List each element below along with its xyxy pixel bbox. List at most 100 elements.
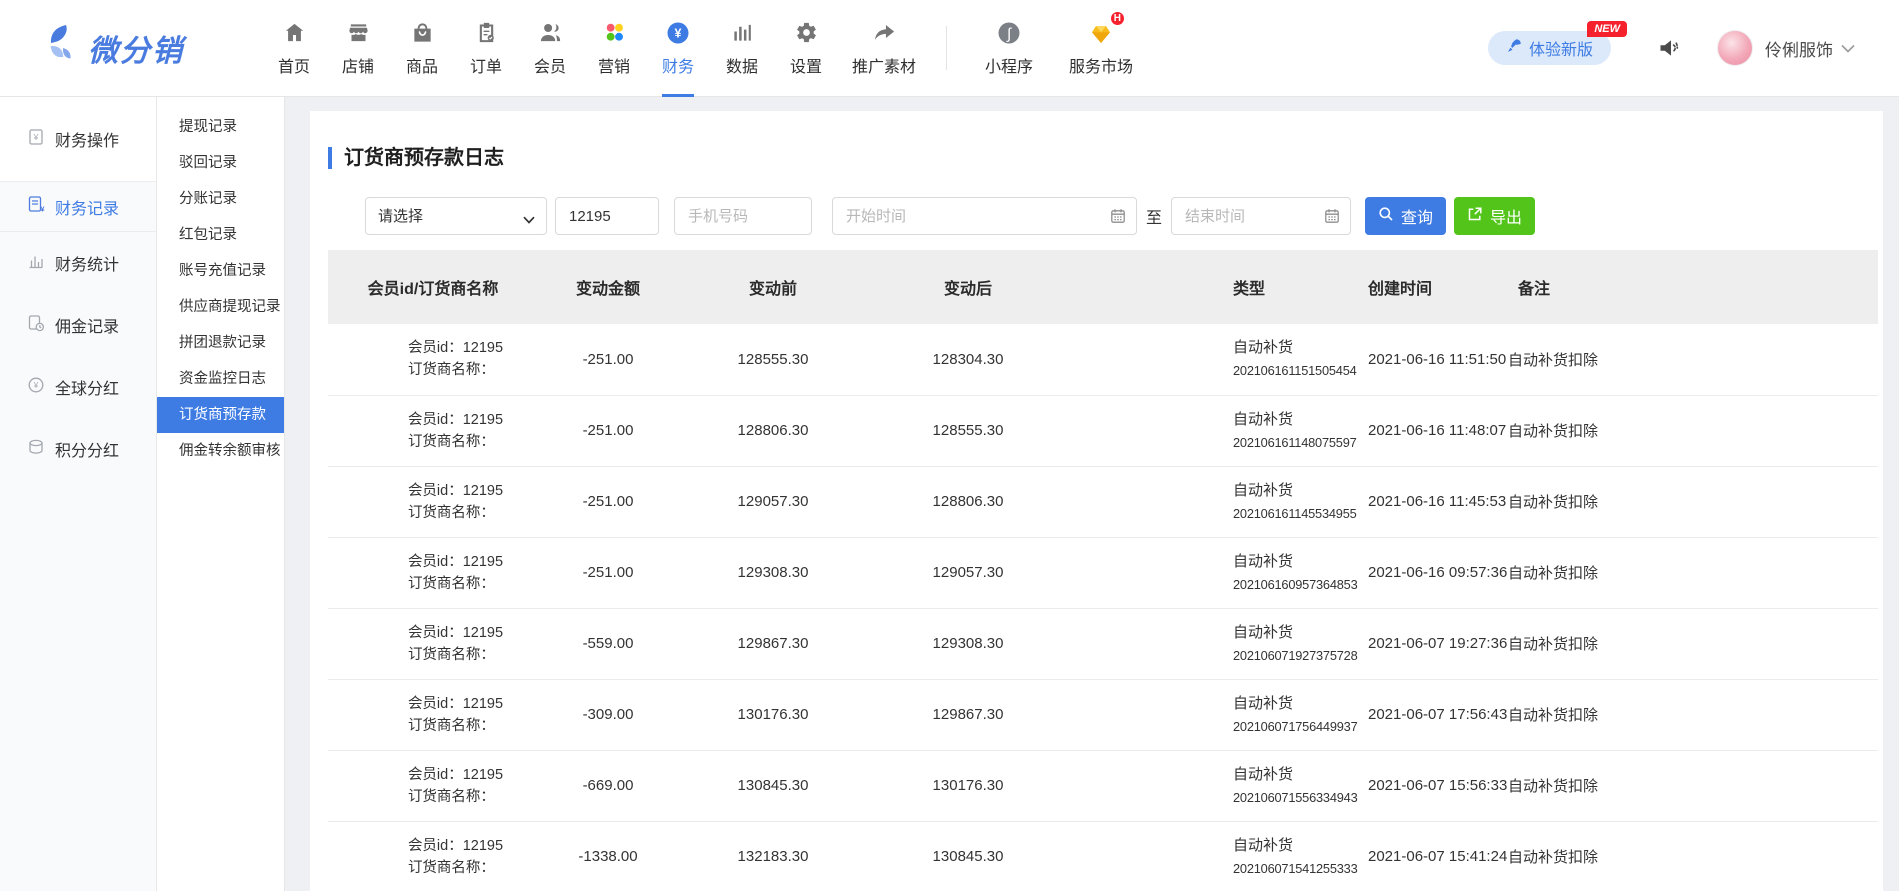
nav-item-members[interactable]: 会员 (518, 0, 582, 97)
before-cell: 129867.30 (678, 608, 868, 679)
created-cell: 2021-06-16 09:57:36 (1348, 537, 1508, 608)
topbar-right: 体验新版 NEW 伶俐服饰 (1488, 30, 1855, 66)
after-cell: 128304.30 (868, 324, 1068, 395)
finance-record-icon: ¥ (27, 195, 55, 218)
before-cell: 130176.30 (678, 679, 868, 750)
remark-cell: 自动补货扣除 (1508, 750, 1878, 821)
start-time-input[interactable] (832, 197, 1137, 235)
member-id-label: 会员id： (408, 340, 463, 356)
supplier-name-label: 订货商名称： (408, 505, 495, 521)
member-id-value: 12195 (463, 696, 503, 712)
table-header-row: 会员id/订货商名称 变动金额 变动前 变动后 类型 创建时间 备注 (328, 250, 1878, 324)
try-new-version-button[interactable]: 体验新版 NEW (1488, 31, 1611, 65)
submenu-item-split-record[interactable]: 分账记录 (157, 181, 284, 217)
after-cell: 129057.30 (868, 537, 1068, 608)
announcement-speaker-icon[interactable] (1657, 36, 1683, 60)
remark-cell: 自动补货扣除 (1508, 821, 1878, 891)
orders-icon (475, 19, 498, 46)
remark-cell: 自动补货扣除 (1508, 395, 1878, 466)
svg-text:¥: ¥ (675, 26, 682, 40)
nav-divider (946, 26, 947, 70)
member-id-input[interactable] (555, 197, 659, 235)
table-row: 会员id：12195 订货商名称： -251.00 129308.30 1290… (328, 537, 1878, 608)
member-id-value: 12195 (463, 838, 503, 854)
prepaid-log-table: 会员id/订货商名称 变动金额 变动前 变动后 类型 创建时间 备注 会员id：… (328, 250, 1878, 891)
type-number: 202106071927375728 (1233, 644, 1348, 667)
member-id-label: 会员id： (408, 412, 463, 428)
finance-sidebar: ¥ 财务操作 ¥ 财务记录 财务统计 佣金记录 ¥ 全球分红 积分分红 (0, 97, 157, 891)
sidebar-item-points-dividend[interactable]: 积分分红 (0, 418, 156, 480)
supplier-name-label: 订货商名称： (408, 718, 495, 734)
after-cell: 130845.30 (868, 821, 1068, 891)
amount-cell: -251.00 (538, 324, 678, 395)
nav-item-data[interactable]: 数据 (710, 0, 774, 97)
brand-logo[interactable]: 微分销 (42, 23, 232, 73)
submenu-item-supplier-prepaid[interactable]: 订货商预存款 (157, 397, 284, 433)
amount-cell: -309.00 (538, 679, 678, 750)
amount-cell: -251.00 (538, 537, 678, 608)
type-number: 202106161145534955 (1233, 502, 1348, 525)
nav-item-promotion[interactable]: 推广素材 (838, 0, 930, 97)
sidebar-item-global-dividend[interactable]: ¥ 全球分红 (0, 356, 156, 418)
submenu-item-withdraw-record[interactable]: 提现记录 (157, 109, 284, 145)
member-id-label: 会员id： (408, 838, 463, 854)
sidebar-item-finance-record[interactable]: ¥ 财务记录 (0, 182, 156, 232)
col-type: 类型 (1068, 250, 1348, 324)
type-number: 202106161151505454 (1233, 359, 1348, 382)
finance-record-submenu: 提现记录 驳回记录 分账记录 红包记录 账号充值记录 供应商提现记录 拼团退款记… (157, 97, 285, 891)
nav-item-shop[interactable]: 店铺 (326, 0, 390, 97)
nav-item-miniprogram[interactable]: ∫ 小程序 (963, 0, 1055, 97)
sidebar-item-finance-operation[interactable]: ¥ 财务操作 (0, 97, 156, 182)
submenu-item-groupbuy-refund-record[interactable]: 拼团退款记录 (157, 325, 284, 361)
created-cell: 2021-06-16 11:45:53 (1348, 466, 1508, 537)
created-cell: 2021-06-16 11:48:07 (1348, 395, 1508, 466)
goods-icon (411, 19, 434, 46)
before-cell: 128806.30 (678, 395, 868, 466)
nav-item-finance[interactable]: ¥ 财务 (646, 0, 710, 97)
remark-cell: 自动补货扣除 (1508, 608, 1878, 679)
end-time-input[interactable] (1171, 197, 1351, 235)
after-cell: 128806.30 (868, 466, 1068, 537)
sidebar-item-commission-record[interactable]: 佣金记录 (0, 294, 156, 356)
sidebar-item-finance-stats[interactable]: 财务统计 (0, 232, 156, 294)
phone-input[interactable] (674, 197, 812, 235)
nav-item-home[interactable]: 首页 (262, 0, 326, 97)
amount-cell: -1338.00 (538, 821, 678, 891)
type-name: 自动补货 (1233, 336, 1348, 359)
merchant-name: 伶俐服饰 (1765, 36, 1833, 61)
member-id-label: 会员id： (408, 696, 463, 712)
new-badge: NEW (1587, 21, 1627, 37)
amount-cell: -669.00 (538, 750, 678, 821)
supplier-name-label: 订货商名称： (408, 860, 495, 876)
table-row: 会员id：12195 订货商名称： -251.00 129057.30 1288… (328, 466, 1878, 537)
submenu-item-redpacket-record[interactable]: 红包记录 (157, 217, 284, 253)
nav-item-service-market[interactable]: H 服务市场 (1055, 0, 1147, 97)
finance-operation-icon: ¥ (27, 128, 55, 151)
supplier-name-label: 订货商名称： (408, 434, 495, 450)
submenu-item-commission-to-balance-audit[interactable]: 佣金转余额审核 (157, 433, 284, 469)
nav-item-marketing[interactable]: 营销 (582, 0, 646, 97)
type-name: 自动补货 (1233, 621, 1348, 644)
search-icon (1378, 206, 1394, 227)
shop-icon (347, 19, 370, 46)
to-label: 至 (1146, 204, 1162, 228)
account-menu[interactable]: 伶俐服饰 (1717, 30, 1855, 66)
after-cell: 130176.30 (868, 750, 1068, 821)
finance-stats-icon (27, 252, 55, 275)
nav-item-goods[interactable]: 商品 (390, 0, 454, 97)
export-button[interactable]: 导出 (1454, 197, 1535, 235)
submenu-item-fund-monitor-log[interactable]: 资金监控日志 (157, 361, 284, 397)
page-title: 订货商预存款日志 (328, 147, 1877, 169)
submenu-item-supplier-withdraw-record[interactable]: 供应商提现记录 (157, 289, 284, 325)
type-select[interactable]: 请选择 (365, 197, 547, 235)
nav-item-settings[interactable]: 设置 (774, 0, 838, 97)
member-id-label: 会员id： (408, 767, 463, 783)
search-button[interactable]: 查询 (1365, 197, 1446, 235)
member-id-label: 会员id： (408, 554, 463, 570)
type-name: 自动补货 (1233, 834, 1348, 857)
member-id-value: 12195 (463, 412, 503, 428)
brand-logo-icon (42, 23, 82, 73)
nav-item-orders[interactable]: 订单 (454, 0, 518, 97)
submenu-item-reject-record[interactable]: 驳回记录 (157, 145, 284, 181)
submenu-item-account-recharge-record[interactable]: 账号充值记录 (157, 253, 284, 289)
